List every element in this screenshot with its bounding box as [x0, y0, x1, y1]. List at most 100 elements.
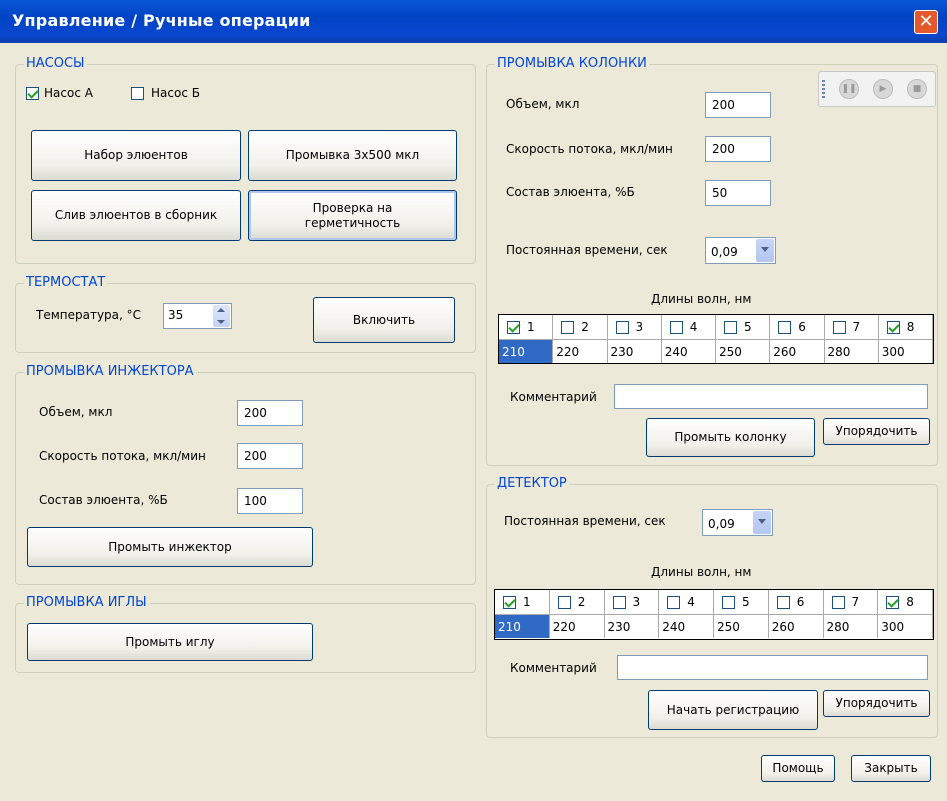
detector-channel-7-checkbox[interactable] [831, 596, 845, 609]
column-channel-5-checkbox[interactable] [724, 321, 737, 334]
close-window-button[interactable]: ✕ [914, 10, 938, 34]
column-sort-button[interactable]: Упорядочить [823, 418, 930, 445]
detector-channel-3: 3 [605, 590, 660, 614]
column-wavelength-4-cell[interactable]: 240 [661, 339, 716, 363]
column-volume-input[interactable]: 200 [705, 92, 771, 118]
injector-composition-label: Состав элюента, %Б [39, 493, 168, 507]
detector-channel-4-checkbox[interactable] [667, 596, 681, 609]
detector-channel-2-checkbox[interactable] [557, 596, 571, 609]
detector-wavelength-5-cell[interactable]: 250 [714, 614, 769, 638]
drain-eluents-button-label: Слив элюентов в сборник [54, 208, 218, 222]
column-wavelength-1-cell[interactable]: 210 [499, 339, 554, 363]
eluent-fill-button[interactable]: Набор элюентов [31, 130, 241, 181]
column-wavelength-6-cell[interactable]: 260 [770, 339, 825, 363]
column-channel-2-number: 2 [581, 320, 589, 334]
drain-eluents-button[interactable]: Слив элюентов в сборник [31, 190, 241, 241]
detector-channel-4-number: 4 [687, 595, 695, 609]
wash-injector-button[interactable]: Промыть инжектор [27, 527, 313, 567]
column-comment-input[interactable] [614, 384, 928, 409]
wash-column-button[interactable]: Промыть колонку [646, 418, 815, 457]
column-time-constant-select[interactable]: 0,09 [705, 237, 776, 264]
play-icon[interactable]: ▶ [873, 79, 893, 99]
start-registration-button-label: Начать регистрацию [666, 702, 800, 717]
column-wavelength-5-cell[interactable]: 250 [716, 339, 771, 363]
detector-wavelength-1-cell[interactable]: 210 [495, 614, 550, 638]
column-wash-legend: ПРОМЫВКА КОЛОНКИ [495, 56, 649, 71]
detector-channel-8-checkbox[interactable] [886, 596, 900, 609]
detector-channel-1: 1 [495, 590, 550, 614]
leak-test-button[interactable]: Проверка на герметичность [248, 190, 457, 241]
column-channel-3-number: 3 [635, 320, 644, 334]
column-time-constant-label: Постоянная времени, сек [506, 243, 668, 257]
chevron-down-icon[interactable] [756, 239, 774, 262]
column-wavelength-3-cell[interactable]: 230 [607, 339, 662, 363]
pump-a-checkbox[interactable] [26, 87, 39, 100]
column-channel-2-checkbox[interactable] [561, 321, 575, 334]
wash-needle-button[interactable]: Промыть иглу [27, 623, 313, 661]
detector-channel-3-checkbox[interactable] [612, 596, 626, 609]
column-channel-1-number: 1 [527, 320, 535, 334]
detector-channel-6-checkbox[interactable] [776, 596, 790, 609]
column-time-constant-value: 0,09 [711, 245, 738, 259]
pause-icon[interactable]: ❚❚ [839, 79, 859, 99]
column-channel-8-checkbox[interactable] [886, 321, 900, 334]
toolbar-grip-icon[interactable] [822, 80, 825, 100]
injector-composition-input[interactable]: 100 [237, 488, 303, 514]
wash-column-button-label: Промыть колонку [674, 430, 787, 444]
detector-channel-6-number: 6 [796, 595, 805, 609]
detector-channel-2-number: 2 [577, 595, 586, 609]
help-button[interactable]: Помощь [761, 755, 835, 782]
close-button[interactable]: Закрыть [851, 755, 931, 782]
temperature-label: Температура, °С [36, 308, 142, 322]
detector-wavelength-6-cell[interactable]: 260 [768, 614, 824, 638]
column-channel-1: 1 [499, 315, 554, 339]
temperature-spin-arrows-icon[interactable] [213, 305, 230, 327]
column-channel-7-checkbox[interactable] [832, 321, 846, 334]
column-wavelength-8-cell[interactable]: 300 [878, 339, 933, 363]
eluent-fill-button-label: Набор элюентов [84, 148, 188, 162]
dialog-window: Управление / Ручные операции ✕ НАСОСЫ На… [0, 0, 947, 801]
pump-b-checkbox[interactable] [131, 87, 144, 100]
column-channel-4-checkbox[interactable] [669, 321, 683, 334]
detector-legend: ДЕТЕКТОР [495, 476, 569, 491]
wash-injector-button-label: Промыть инжектор [108, 539, 232, 554]
detector-channel-5-checkbox[interactable] [722, 596, 735, 609]
pumps-legend: НАСОСЫ [24, 56, 87, 71]
chevron-down-icon[interactable] [753, 511, 771, 534]
column-wavelength-7-cell[interactable]: 280 [824, 339, 879, 363]
detector-comment-input[interactable] [617, 655, 928, 680]
column-composition-label: Состав элюента, %Б [506, 185, 635, 199]
column-channel-5-number: 5 [744, 320, 752, 334]
column-channel-3-checkbox[interactable] [615, 321, 629, 334]
playback-toolbar: ❚❚ ▶ ■ [818, 71, 936, 107]
detector-wavelength-3-cell[interactable]: 230 [604, 614, 660, 638]
detector-wavelength-2-cell[interactable]: 220 [549, 614, 605, 638]
start-registration-button[interactable]: Начать регистрацию [648, 690, 818, 730]
detector-wavelength-7-cell[interactable]: 280 [823, 614, 879, 638]
column-channel-2: 2 [553, 315, 608, 339]
injector-volume-label: Объем, мкл [39, 405, 113, 419]
thermostat-enable-button[interactable]: Включить [313, 297, 455, 343]
column-channel-4-number: 4 [689, 320, 698, 334]
stop-icon[interactable]: ■ [907, 79, 927, 99]
temperature-spinbox[interactable]: 35 [163, 303, 232, 329]
temperature-value: 35 [168, 308, 184, 322]
column-composition-input[interactable]: 50 [705, 180, 771, 206]
column-channel-6: 6 [770, 315, 825, 339]
needle-wash-legend: ПРОМЫВКА ИГЛЫ [24, 595, 149, 610]
wash-needle-button-label: Промыть иглу [125, 634, 215, 649]
detector-time-constant-select[interactable]: 0,09 [702, 509, 773, 536]
injector-flow-input[interactable]: 200 [237, 443, 303, 469]
detector-sort-button[interactable]: Упорядочить [823, 690, 930, 717]
detector-channel-1-checkbox[interactable] [503, 596, 516, 609]
injector-flow-label: Скорость потока, мкл/мин [39, 449, 206, 463]
column-channel-6-checkbox[interactable] [778, 321, 792, 334]
column-wavelength-2-cell[interactable]: 220 [553, 339, 608, 363]
detector-channel-5: 5 [714, 590, 769, 614]
column-flow-input[interactable]: 200 [705, 136, 771, 162]
detector-wavelength-4-cell[interactable]: 240 [659, 614, 714, 638]
rinse-3x500-button[interactable]: Промывка 3х500 мкл [248, 130, 457, 181]
column-channel-1-checkbox[interactable] [507, 321, 520, 334]
injector-volume-input[interactable]: 200 [237, 400, 303, 426]
detector-wavelength-8-cell[interactable]: 300 [878, 614, 933, 638]
